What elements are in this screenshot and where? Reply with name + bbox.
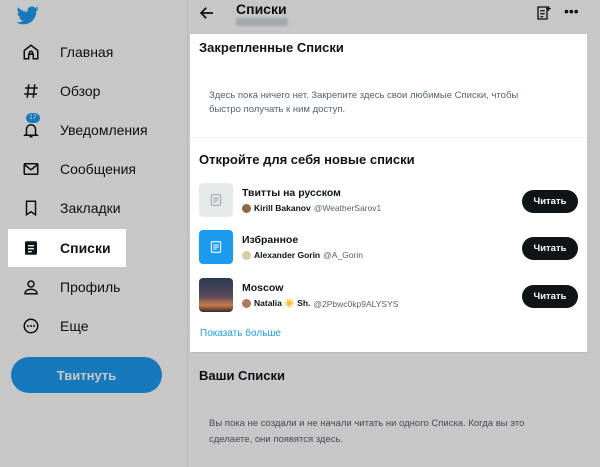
sidebar-item-label: Главная	[60, 44, 114, 60]
list-name: Избранное	[242, 234, 299, 246]
list-cover-image	[199, 278, 233, 312]
avatar	[242, 299, 251, 308]
sidebar-item-label: Закладки	[60, 200, 121, 216]
home-icon	[20, 41, 42, 63]
bell-icon: 17	[20, 113, 42, 141]
profile-icon	[20, 276, 42, 298]
sidebar: Главная Обзор 17 Уведомления Сообщения З…	[0, 0, 187, 467]
section-title: Закрепленные Списки	[199, 40, 344, 55]
page-header: Списки •••	[188, 0, 600, 34]
owner-name: Kirill Bakanov	[254, 203, 311, 213]
username-blurred	[236, 18, 288, 26]
empty-state-text: Здесь пока ничего нет. Закрепите здесь с…	[209, 90, 519, 115]
sidebar-item-bookmarks[interactable]: Закладки	[8, 189, 121, 227]
create-list-icon[interactable]	[535, 4, 553, 22]
sidebar-item-label: Профиль	[60, 279, 121, 295]
list-placeholder-icon	[199, 183, 233, 217]
sidebar-item-label: Уведомления	[60, 122, 148, 138]
show-more-link[interactable]: Показать больше	[200, 328, 281, 339]
avatar	[242, 203, 251, 213]
list-owner: Natalia ☀️ Sh. @2Pbwc0kp9ALYSYS	[242, 298, 398, 309]
more-circle-icon	[20, 315, 42, 337]
notification-badge: 17	[26, 113, 40, 123]
list-owner: Alexander Gorin @A_Gorin	[242, 250, 363, 260]
pinned-lists-section: Закрепленные Списки Здесь пока ничего не…	[191, 34, 588, 138]
back-arrow-icon[interactable]	[198, 4, 216, 22]
mail-icon	[20, 158, 42, 180]
list-name: Твитты на русском	[242, 187, 341, 199]
list-owner: Kirill Bakanov @WeatherSarov1	[242, 203, 381, 213]
sidebar-item-more[interactable]: Еще	[8, 307, 89, 345]
list-item[interactable]: Избранное Alexander Gorin @A_Gorin Читать	[199, 230, 579, 270]
sidebar-item-lists[interactable]: Списки	[8, 229, 126, 267]
sidebar-item-label: Еще	[60, 318, 89, 334]
owner-handle: @WeatherSarov1	[313, 203, 382, 213]
your-lists-section: Ваши Списки Вы пока не создали и не нача…	[191, 352, 588, 467]
lists-icon	[20, 237, 42, 259]
empty-state-text: Вы пока не создали и не начали читать ни…	[209, 418, 525, 445]
follow-list-button[interactable]: Читать	[522, 285, 578, 308]
tweet-button[interactable]: Твитнуть	[11, 357, 162, 393]
list-item[interactable]: Твитты на русском Kirill Bakanov @Weather…	[199, 183, 579, 223]
follow-list-button[interactable]: Читать	[522, 237, 578, 260]
sidebar-item-label: Обзор	[60, 83, 101, 99]
sidebar-item-label: Сообщения	[60, 161, 136, 177]
list-name: Moscow	[242, 282, 284, 294]
owner-handle: @2Pbwc0kp9ALYSYS	[313, 298, 399, 309]
sidebar-item-notifications[interactable]: 17 Уведомления	[8, 111, 148, 149]
page-title: Списки	[236, 1, 287, 17]
section-title: Откройте для себя новые списки	[199, 152, 415, 167]
twitter-logo-icon[interactable]	[16, 4, 40, 26]
discover-lists-section: Откройте для себя новые списки Твитты на…	[191, 139, 588, 351]
owner-name: Natalia ☀️ Sh.	[254, 298, 311, 308]
more-horizontal-icon[interactable]: •••	[564, 2, 582, 20]
sidebar-item-label: Списки	[60, 240, 111, 256]
main-column: Списки ••• Закрепленные Списки Здесь пок…	[187, 0, 600, 467]
avatar	[242, 250, 251, 260]
owner-name: Alexander Gorin	[254, 250, 321, 260]
sidebar-item-home[interactable]: Главная	[8, 33, 113, 71]
follow-list-button[interactable]: Читать	[522, 190, 578, 213]
list-item[interactable]: Moscow Natalia ☀️ Sh. @2Pbwc0kp9ALYSYS Чи…	[199, 278, 579, 318]
bookmark-icon	[20, 197, 42, 219]
sidebar-item-messages[interactable]: Сообщения	[8, 150, 136, 188]
list-placeholder-icon	[199, 230, 233, 264]
sidebar-item-profile[interactable]: Профиль	[8, 268, 120, 306]
hashtag-icon	[20, 80, 42, 102]
section-title: Ваши Списки	[199, 368, 286, 383]
sidebar-item-explore[interactable]: Обзор	[8, 72, 100, 110]
owner-handle: @A_Gorin	[323, 250, 363, 260]
